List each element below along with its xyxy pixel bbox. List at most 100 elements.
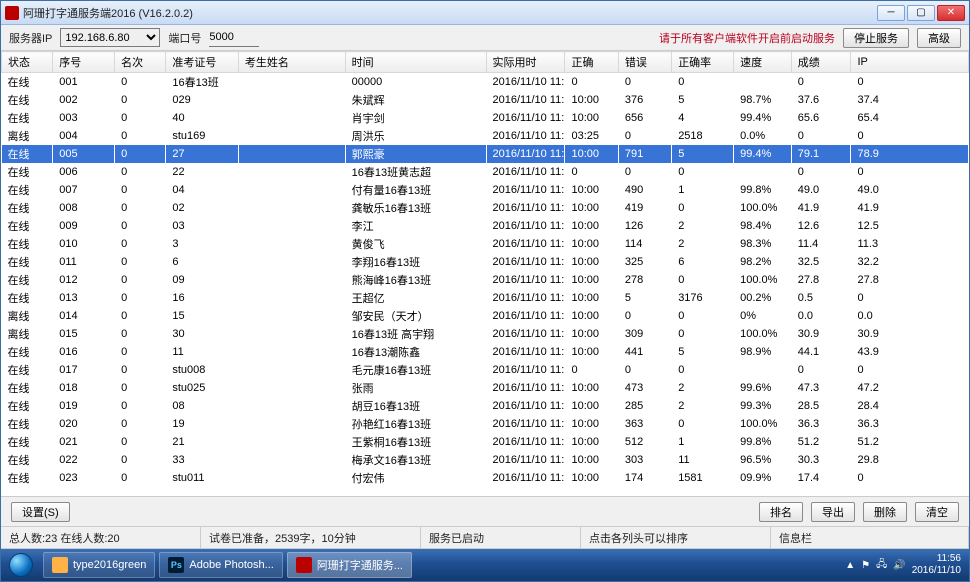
table-cell (238, 451, 345, 469)
table-cell: 2016/11/10 11:48:59 (486, 235, 565, 253)
taskbar-label: 阿珊打字通服务... (317, 557, 403, 573)
tray-up-icon[interactable]: ▲ (845, 560, 855, 571)
status-hint: 点击各列头可以排序 (581, 527, 771, 548)
table-row[interactable]: 离线014015邹安民（天才）2016/11/10 11:38:4510:000… (2, 307, 969, 325)
table-row[interactable]: 在线01106李翔16春13班2016/11/10 11:50:4710:003… (2, 253, 969, 271)
table-cell: 019 (53, 397, 115, 415)
table-cell: 10:00 (565, 235, 618, 253)
table-cell: 6 (672, 253, 734, 271)
table-row[interactable]: 离线0040stu169周洪乐2016/11/10 11:44:2603:250… (2, 127, 969, 145)
tray-network-icon[interactable]: 🖧 (876, 557, 887, 574)
table-row[interactable]: 在线0230stu011付宏伟2016/11/10 11:40:2410:001… (2, 469, 969, 487)
table-row[interactable]: 在线001016春13班000002016/11/10 11:54:450000… (2, 73, 969, 92)
table-row[interactable]: 在线005027郭熙豪2016/11/10 11:44:3510:0079159… (2, 145, 969, 163)
table-row[interactable]: 在线01601116春13潮陈鑫2016/11/10 11:46:5910:00… (2, 343, 969, 361)
table-row[interactable]: 在线0170stu008毛元康16春13班2016/11/10 11:24:10… (2, 361, 969, 379)
advanced-button[interactable]: 高级 (917, 28, 961, 48)
server-ip-select[interactable]: 192.168.6.80 (60, 28, 160, 47)
column-header[interactable]: 速度 (734, 52, 792, 73)
table-row[interactable]: 在线00602216春13班黄志超2016/11/10 11:31:190000… (2, 163, 969, 181)
table-cell: 002 (53, 91, 115, 109)
stop-service-button[interactable]: 停止服务 (843, 28, 909, 48)
table-row[interactable]: 离线01503016春13班 高宇翔2016/11/10 11:39:4410:… (2, 325, 969, 343)
table-row[interactable]: 在线022033梅承文16春13班2016/11/10 11:44:0810:0… (2, 451, 969, 469)
table-cell: 在线 (2, 433, 53, 451)
table-cell: 0 (115, 235, 166, 253)
column-header[interactable]: 考生姓名 (238, 52, 345, 73)
table-cell: 1 (672, 181, 734, 199)
column-header[interactable]: 名次 (115, 52, 166, 73)
table-cell: 0 (115, 109, 166, 127)
table-cell: 79.1 (791, 145, 851, 163)
tray-flag-icon[interactable]: ⚑ (861, 560, 870, 571)
table-cell: 11.4 (791, 235, 851, 253)
table-cell: 在线 (2, 145, 53, 163)
column-header[interactable]: 正确率 (672, 52, 734, 73)
rank-button[interactable]: 排名 (759, 502, 803, 522)
delete-button[interactable]: 删除 (863, 502, 907, 522)
settings-button[interactable]: 设置(S) (11, 502, 70, 522)
maximize-button[interactable]: ▢ (907, 5, 935, 21)
start-button[interactable] (1, 549, 41, 581)
column-header[interactable]: 序号 (53, 52, 115, 73)
data-table: 状态序号名次准考证号考生姓名时间实际用时正确错误正确率速度成绩IP 在线0010… (1, 51, 969, 487)
table-cell: 10:00 (565, 91, 618, 109)
server-ip-label: 服务器IP (9, 30, 52, 46)
table-cell: 41.9 (851, 199, 969, 217)
taskbar-item-explorer[interactable]: type2016green (43, 552, 155, 578)
table-cell: 44.1 (791, 343, 851, 361)
table-cell: 100.0% (734, 415, 792, 433)
table-row[interactable]: 在线021021王紫桐16春13班2016/11/10 11:46:3310:0… (2, 433, 969, 451)
table-row[interactable]: 在线020019孙艳红16春13班2016/11/10 11:46:3510:0… (2, 415, 969, 433)
table-row[interactable]: 在线013016王超亿2016/11/10 11:50:2210:0053176… (2, 289, 969, 307)
table-row[interactable]: 在线0020029朱斌辉2016/11/10 11:51:0410:003765… (2, 91, 969, 109)
taskbar-item-photoshop[interactable]: PsAdobe Photosh... (159, 552, 282, 578)
table-cell (238, 199, 345, 217)
close-button[interactable]: ✕ (937, 5, 965, 21)
minimize-button[interactable]: ─ (877, 5, 905, 21)
table-cell: 99.6% (734, 379, 792, 397)
table-cell: 0 (115, 415, 166, 433)
table-row[interactable]: 在线01003黄俊飞2016/11/10 11:48:5910:00114298… (2, 235, 969, 253)
table-cell (238, 73, 345, 92)
column-header[interactable]: 成绩 (791, 52, 851, 73)
column-header[interactable]: 实际用时 (486, 52, 565, 73)
table-cell: 021 (53, 433, 115, 451)
clear-button[interactable]: 清空 (915, 502, 959, 522)
table-cell: 0 (672, 361, 734, 379)
table-row[interactable]: 在线009003李江2016/11/10 11:38:5710:00126298… (2, 217, 969, 235)
table-row[interactable]: 在线0180stu025张雨2016/11/10 11:33:5610:0047… (2, 379, 969, 397)
table-cell: 在线 (2, 343, 53, 361)
column-header[interactable]: 错误 (618, 52, 671, 73)
table-row[interactable]: 在线008002龚敏乐16春13班2016/11/10 11:41:0810:0… (2, 199, 969, 217)
system-tray[interactable]: ▲ ⚑ 🖧 🔊 11:56 2016/11/10 (837, 553, 969, 577)
clock[interactable]: 11:56 2016/11/10 (912, 553, 961, 577)
table-cell: 30.9 (791, 325, 851, 343)
column-header[interactable]: 正确 (565, 52, 618, 73)
table-cell: 朱斌辉 (345, 91, 486, 109)
table-row[interactable]: 在线012009熊海峰16春13班2016/11/10 11:38:0710:0… (2, 271, 969, 289)
taskbar-item-app[interactable]: 阿珊打字通服务... (287, 552, 412, 578)
table-cell (734, 73, 792, 92)
table-cell: 114 (618, 235, 671, 253)
tray-volume-icon[interactable]: 🔊 (893, 560, 905, 571)
column-header[interactable]: 状态 (2, 52, 53, 73)
table-cell: 65.6 (791, 109, 851, 127)
data-table-wrap[interactable]: 状态序号名次准考证号考生姓名时间实际用时正确错误正确率速度成绩IP 在线0010… (1, 51, 969, 497)
table-row[interactable]: 在线003040肖宇剑2016/11/10 11:50:1210:0065649… (2, 109, 969, 127)
table-cell: 10:00 (565, 145, 618, 163)
table-cell: 022 (53, 451, 115, 469)
table-cell: 肖宇剑 (345, 109, 486, 127)
toolbar: 服务器IP 192.168.6.80 端口号 请于所有客户端软件开启前启动服务 … (1, 25, 969, 51)
table-cell: 12.5 (851, 217, 969, 235)
column-header[interactable]: IP (851, 52, 969, 73)
table-row[interactable]: 在线019008胡豆16春13班2016/11/10 11:32:5610:00… (2, 397, 969, 415)
table-cell: 16 (166, 289, 239, 307)
table-row[interactable]: 在线007004付有量16春13班2016/11/10 11:40:1310:0… (2, 181, 969, 199)
table-cell (238, 163, 345, 181)
column-header[interactable]: 时间 (345, 52, 486, 73)
table-cell: 0 (115, 217, 166, 235)
export-button[interactable]: 导出 (811, 502, 855, 522)
port-input[interactable] (209, 29, 259, 47)
column-header[interactable]: 准考证号 (166, 52, 239, 73)
